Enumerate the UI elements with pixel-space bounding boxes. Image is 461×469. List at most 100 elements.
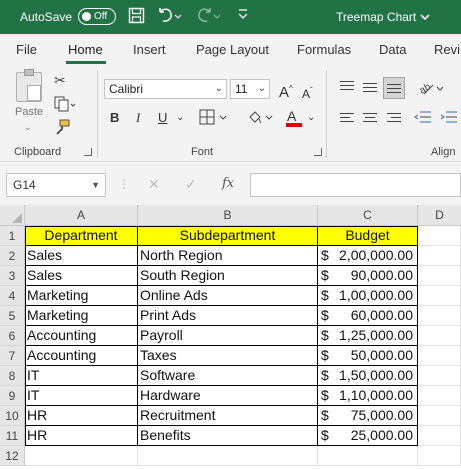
font-name-select[interactable]: Calibri ⌄ (104, 79, 227, 99)
autosave-toggle[interactable]: Off (78, 8, 116, 25)
department-cell[interactable]: Sales (25, 266, 138, 286)
budget-cell[interactable]: $1,25,000.00 (318, 326, 418, 346)
budget-cell[interactable]: $50,000.00 (318, 346, 418, 366)
department-cell[interactable]: HR (25, 426, 138, 446)
subdepartment-cell[interactable]: Payroll (138, 326, 318, 346)
align-right-icon[interactable] (387, 113, 401, 125)
subdepartment-cell[interactable]: Hardware (138, 386, 318, 406)
subdepartment-cell[interactable]: Software (138, 366, 318, 386)
empty-cell[interactable] (418, 326, 461, 346)
font-color-button[interactable]: A (287, 108, 296, 124)
copy-icon[interactable] (54, 96, 76, 115)
tab-formulas[interactable]: Formulas (297, 42, 351, 57)
paste-button[interactable]: Paste (15, 106, 43, 118)
shrink-font-button[interactable]: Aˇ (302, 83, 313, 102)
department-cell[interactable]: Sales (25, 246, 138, 266)
empty-cell[interactable] (418, 366, 461, 386)
tab-home[interactable]: Home (68, 42, 103, 57)
paste-dropdown-icon[interactable]: ⌄ (24, 122, 32, 133)
budget-cell[interactable]: $60,000.00 (318, 306, 418, 326)
row-header[interactable]: 6 (0, 326, 25, 346)
department-cell[interactable]: Marketing (25, 286, 138, 306)
department-cell[interactable]: Marketing (25, 306, 138, 326)
insert-function-icon[interactable]: fx (222, 176, 234, 191)
tab-data[interactable]: Data (379, 42, 406, 57)
empty-cell[interactable] (418, 266, 461, 286)
paste-icon[interactable] (16, 69, 42, 102)
bold-button[interactable]: B (110, 110, 119, 126)
budget-cell[interactable]: $1,10,000.00 (318, 386, 418, 406)
increase-indent-icon[interactable] (440, 110, 458, 128)
table-header-cell[interactable]: Subdepartment (138, 226, 318, 246)
font-launcher-icon[interactable] (314, 148, 322, 156)
empty-cell[interactable] (418, 386, 461, 406)
department-cell[interactable]: Accounting (25, 326, 138, 346)
row-header[interactable]: 2 (0, 246, 25, 266)
undo-icon[interactable] (156, 7, 182, 29)
redo-icon[interactable] (196, 7, 222, 29)
decrease-indent-icon[interactable] (414, 110, 432, 128)
tab-page-layout[interactable]: Page Layout (196, 42, 269, 57)
budget-cell[interactable]: $90,000.00 (318, 266, 418, 286)
budget-cell[interactable]: $2,00,000.00 (318, 246, 418, 266)
column-header-c[interactable]: C (318, 205, 418, 226)
empty-cell[interactable] (418, 246, 461, 266)
row-header[interactable]: 10 (0, 406, 25, 426)
name-box[interactable]: G14 ▼ (6, 173, 106, 197)
column-header-a[interactable]: A (25, 205, 138, 226)
tab-insert[interactable]: Insert (133, 42, 166, 57)
drag-handle-icon[interactable]: ⋮ (118, 177, 130, 191)
format-painter-icon[interactable] (54, 119, 70, 138)
empty-cell[interactable] (418, 226, 461, 246)
subdepartment-cell[interactable]: Recruitment (138, 406, 318, 426)
department-cell[interactable]: HR (25, 406, 138, 426)
font-size-select[interactable]: 11 ⌄ (230, 79, 270, 99)
row-header[interactable]: 7 (0, 346, 25, 366)
underline-dropdown-icon[interactable]: ⌄ (176, 110, 184, 126)
department-cell[interactable]: Accounting (25, 346, 138, 366)
row-header[interactable]: 4 (0, 286, 25, 306)
budget-cell[interactable]: $25,000.00 (318, 426, 418, 446)
row-header[interactable]: 11 (0, 426, 25, 446)
empty-cell[interactable] (418, 446, 461, 466)
enter-icon[interactable]: ✓ (185, 176, 197, 193)
subdepartment-cell[interactable]: Benefits (138, 426, 318, 446)
empty-cell[interactable] (138, 446, 318, 466)
tab-file[interactable]: File (16, 42, 37, 57)
empty-cell[interactable] (318, 446, 418, 466)
empty-cell[interactable] (418, 406, 461, 426)
table-header-cell[interactable]: Budget (318, 226, 418, 246)
customize-icon[interactable] (237, 7, 249, 26)
empty-cell[interactable] (418, 286, 461, 306)
font-color-dropdown-icon[interactable]: ⌄ (307, 110, 315, 126)
align-middle-icon[interactable] (363, 83, 377, 95)
empty-cell[interactable] (418, 346, 461, 366)
align-left-icon[interactable] (340, 113, 354, 125)
row-header[interactable]: 9 (0, 386, 25, 406)
fill-color-icon[interactable] (247, 109, 277, 129)
formula-input[interactable] (250, 173, 461, 197)
budget-cell[interactable]: $1,50,000.00 (318, 366, 418, 386)
borders-icon[interactable] (199, 109, 229, 129)
row-header[interactable]: 1 (0, 226, 25, 246)
subdepartment-cell[interactable]: South Region (138, 266, 318, 286)
italic-button[interactable]: I (136, 110, 140, 126)
subdepartment-cell[interactable]: Print Ads (138, 306, 318, 326)
select-all-button[interactable] (0, 205, 25, 226)
budget-cell[interactable]: $1,00,000.00 (318, 286, 418, 306)
row-header[interactable]: 5 (0, 306, 25, 326)
grow-font-button[interactable]: A^ (279, 81, 293, 101)
row-header[interactable]: 3 (0, 266, 25, 286)
department-cell[interactable]: IT (25, 366, 138, 386)
cut-icon[interactable]: ✂ (54, 72, 66, 88)
document-title[interactable]: Treemap Chart (336, 10, 430, 24)
tab-review[interactable]: Revi (434, 42, 460, 57)
table-header-cell[interactable]: Department (25, 226, 138, 246)
subdepartment-cell[interactable]: North Region (138, 246, 318, 266)
orientation-icon[interactable]: ab (418, 80, 446, 100)
underline-button[interactable]: U (158, 110, 167, 126)
align-top-icon[interactable] (340, 81, 354, 93)
budget-cell[interactable]: $75,000.00 (318, 406, 418, 426)
cancel-icon[interactable]: ✕ (148, 176, 160, 193)
column-header-d[interactable]: D (418, 205, 461, 226)
